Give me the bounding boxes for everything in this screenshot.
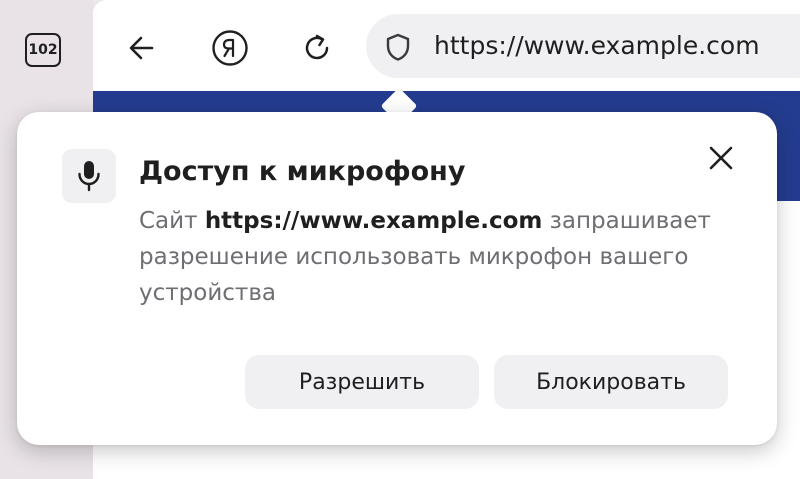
yandex-button[interactable] <box>208 26 252 70</box>
toolbar: https://www.example.com <box>93 0 800 91</box>
shield-icon[interactable] <box>384 32 412 62</box>
microphone-icon-container <box>62 149 116 203</box>
allow-button[interactable]: Разрешить <box>245 355 479 409</box>
tab-count-badge[interactable]: 102 <box>25 33 61 67</box>
tab-count: 102 <box>28 42 58 58</box>
address-bar[interactable]: https://www.example.com <box>366 14 800 78</box>
back-button[interactable] <box>120 26 164 70</box>
url-text[interactable]: https://www.example.com <box>434 14 760 78</box>
reload-button[interactable] <box>295 26 339 70</box>
yandex-logo-icon <box>212 30 248 66</box>
block-button[interactable]: Блокировать <box>494 355 728 409</box>
microphone-icon <box>78 161 100 192</box>
message-prefix: Сайт <box>139 208 198 234</box>
dialog-title: Доступ к микрофону <box>139 156 466 187</box>
close-icon <box>709 146 733 170</box>
close-button[interactable] <box>701 138 741 178</box>
microphone-permission-dialog: Доступ к микрофону Сайт https://www.exam… <box>17 112 777 445</box>
message-site: https://www.example.com <box>204 208 543 234</box>
dialog-message: Сайт https://www.example.com запрашивает… <box>139 203 739 311</box>
arrow-left-icon <box>129 36 154 60</box>
reload-icon <box>305 34 329 60</box>
